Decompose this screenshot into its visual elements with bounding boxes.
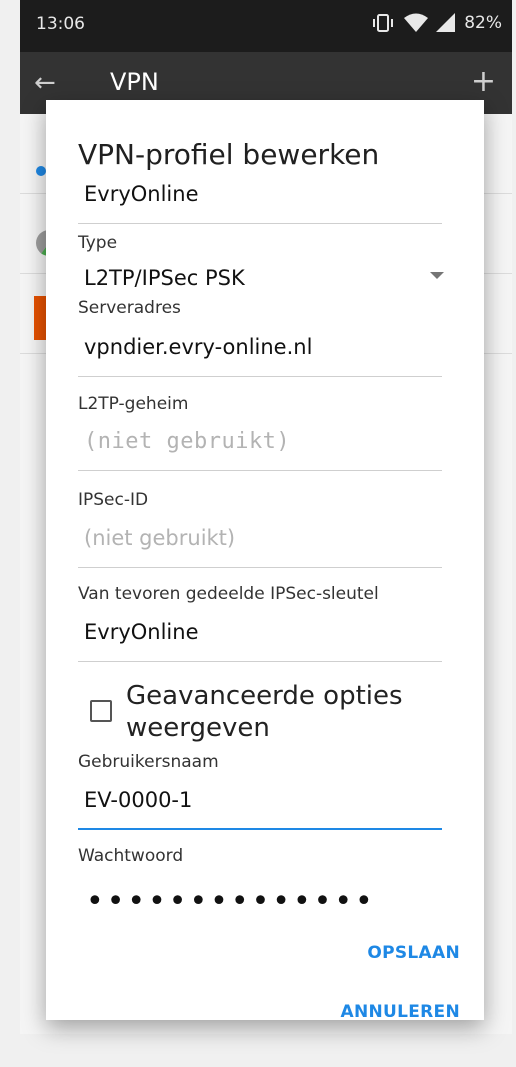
advanced-options-row[interactable]: Geavanceerde opties weergeven <box>86 680 446 746</box>
connected-dot-icon <box>36 166 46 176</box>
psk-field[interactable]: EvryOnline <box>78 614 442 662</box>
add-icon[interactable]: + <box>471 64 496 99</box>
cancel-button[interactable]: ANNULEREN <box>341 1002 461 1020</box>
password-label: Wachtwoord <box>78 846 184 866</box>
server-label: Serveradres <box>78 298 181 318</box>
l2tp-secret-label: L2TP-geheim <box>78 394 189 414</box>
battery-text: 82% <box>464 13 502 33</box>
server-address-field[interactable]: vpndier.evry-online.nl <box>78 329 442 377</box>
username-field[interactable]: EV-0000-1 <box>78 782 442 830</box>
wifi-icon <box>404 13 429 32</box>
advanced-options-checkbox[interactable] <box>90 700 112 722</box>
edit-vpn-dialog: VPN-profiel bewerken EvryOnline Type L2T… <box>46 100 484 1020</box>
type-value: L2TP/IPSec PSK <box>84 266 245 290</box>
psk-label: Van tevoren gedeelde IPSec-sleutel <box>78 584 379 604</box>
password-field[interactable]: •••••••••••••• <box>86 884 376 919</box>
dropdown-arrow-icon <box>430 272 444 279</box>
l2tp-secret-placeholder: (niet gebruikt) <box>84 429 291 454</box>
signal-icon <box>436 13 456 32</box>
status-time: 13:06 <box>36 14 85 34</box>
save-button[interactable]: OPSLAAN <box>367 943 460 963</box>
status-bar: 13:06 82% <box>20 0 512 52</box>
dialog-title: VPN-profiel bewerken <box>78 138 380 171</box>
vibrate-icon <box>373 14 394 32</box>
username-label: Gebruikersnaam <box>78 752 219 772</box>
ipsec-id-field[interactable]: (niet gebruikt) <box>78 520 442 568</box>
type-label: Type <box>78 233 118 253</box>
type-select[interactable]: L2TP/IPSec PSK <box>78 266 448 296</box>
back-arrow-icon[interactable]: ← <box>34 68 56 98</box>
ipsec-id-placeholder: (niet gebruikt) <box>84 526 236 550</box>
advanced-options-label: Geavanceerde opties weergeven <box>126 681 403 743</box>
page-title: VPN <box>110 68 159 96</box>
ipsec-id-label: IPSec-ID <box>78 490 149 510</box>
profile-name-field[interactable]: EvryOnline <box>78 176 442 224</box>
l2tp-secret-field[interactable]: (niet gebruikt) <box>78 423 442 471</box>
status-icons: 82% <box>370 13 502 33</box>
